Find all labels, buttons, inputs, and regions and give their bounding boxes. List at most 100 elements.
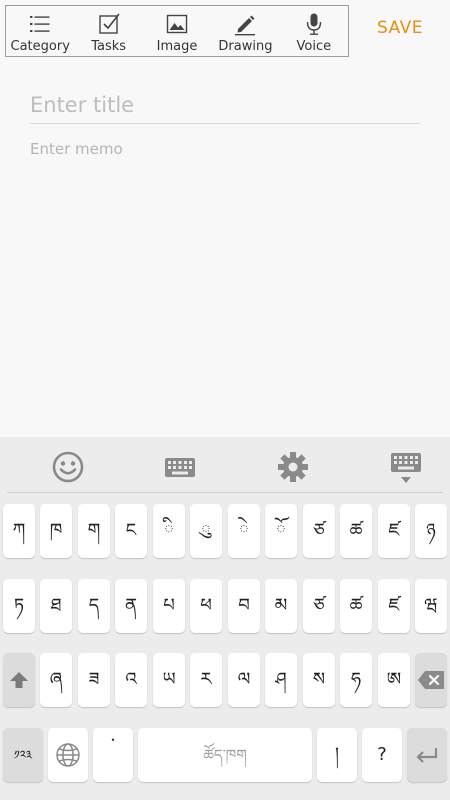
symbols-label: ༡༢༣ — [13, 748, 33, 762]
key[interactable]: ཙ — [303, 579, 335, 633]
key[interactable]: ཟ — [78, 653, 110, 707]
tsheg-key[interactable]: ་ — [93, 728, 133, 782]
key-label: ཛ — [388, 595, 400, 616]
key[interactable]: ཝ — [415, 579, 447, 633]
key-label: ཏ — [13, 595, 25, 616]
keyboard-toolbar — [0, 437, 450, 493]
key-label: ཤ — [275, 669, 287, 690]
voice-button[interactable]: Voice — [280, 6, 348, 56]
key[interactable]: པ — [153, 579, 185, 633]
shift-icon — [10, 672, 28, 688]
memo-input[interactable] — [30, 140, 420, 420]
tasks-button[interactable]: Tasks — [74, 6, 142, 56]
settings-icon[interactable] — [277, 451, 309, 483]
key-label: ཕ — [200, 595, 212, 616]
globe-icon — [56, 743, 80, 767]
key[interactable]: ེ — [228, 504, 260, 558]
key[interactable]: ད — [78, 579, 110, 633]
key[interactable]: ན — [115, 579, 147, 633]
tsheg-label: ་ — [111, 735, 115, 756]
key-label: ི — [164, 520, 174, 541]
key[interactable]: ཀ — [3, 504, 35, 558]
key-label: ཧ — [350, 669, 362, 690]
note-toolbar: Category Tasks Image Drawing Voice — [5, 5, 349, 57]
key-label: ེ — [239, 520, 249, 541]
emoji-icon[interactable] — [52, 451, 84, 483]
shad-key[interactable]: ། — [317, 728, 357, 782]
key-label: ཚ — [349, 595, 363, 616]
key-label: ཞ — [49, 669, 63, 690]
key[interactable]: ཏ — [3, 579, 35, 633]
key[interactable]: ར — [190, 653, 222, 707]
key-label: ལ — [237, 669, 251, 690]
key-label: ར — [200, 669, 212, 690]
key-label: ཀ — [12, 520, 26, 541]
shad-label: ། — [335, 744, 339, 765]
symbols-key[interactable]: ༡༢༣ — [3, 728, 43, 782]
drawing-label: Drawing — [218, 39, 273, 54]
keyboard-divider — [7, 492, 443, 493]
key[interactable]: ཉ — [415, 504, 447, 558]
key[interactable]: མ — [265, 579, 297, 633]
key-label: པ — [163, 595, 175, 616]
key[interactable]: ཁ — [40, 504, 72, 558]
image-icon — [166, 14, 188, 34]
key[interactable]: ཨ — [378, 653, 410, 707]
microphone-icon — [306, 13, 322, 35]
shift-key[interactable] — [3, 653, 35, 707]
space-key[interactable]: ཚོད་ཁག — [138, 728, 312, 782]
key-label: འ — [125, 669, 137, 690]
backspace-icon — [418, 671, 444, 689]
key[interactable]: ཐ — [40, 579, 72, 633]
key-label: མ — [274, 595, 288, 616]
key-label: ཁ — [49, 520, 63, 541]
category-label: Category — [10, 39, 70, 54]
enter-key[interactable] — [407, 728, 447, 782]
key-label: ཙ — [313, 520, 325, 541]
key-label: ཚ — [349, 520, 363, 541]
key[interactable]: བ — [228, 579, 260, 633]
key[interactable]: ཧ — [340, 653, 372, 707]
key[interactable]: འ — [115, 653, 147, 707]
key[interactable]: ུ — [190, 504, 222, 558]
key-label: བ — [238, 595, 250, 616]
backspace-key[interactable] — [415, 653, 447, 707]
space-label: ཚོད་ཁག — [203, 745, 247, 764]
key[interactable]: ཤ — [265, 653, 297, 707]
key-label: ོ — [276, 520, 286, 541]
tasks-label: Tasks — [91, 39, 127, 54]
image-label: Image — [156, 39, 198, 54]
key[interactable]: ལ — [228, 653, 260, 707]
key[interactable]: ང — [115, 504, 147, 558]
save-button[interactable]: SAVE — [370, 18, 430, 38]
key[interactable]: ས — [303, 653, 335, 707]
key-label: ཡ — [162, 669, 176, 690]
key-label: ཛ — [388, 520, 400, 541]
key[interactable]: ཡ — [153, 653, 185, 707]
keyboard-icon[interactable] — [164, 451, 196, 483]
key[interactable]: ཚ — [340, 579, 372, 633]
title-input[interactable] — [30, 86, 420, 124]
key[interactable]: ཛ — [378, 579, 410, 633]
key[interactable]: ཙ — [303, 504, 335, 558]
key-label: ཐ — [50, 595, 62, 616]
image-button[interactable]: Image — [143, 6, 211, 56]
key[interactable]: ཚ — [340, 504, 372, 558]
key[interactable]: ོ — [265, 504, 297, 558]
key[interactable]: ཞ — [40, 653, 72, 707]
hide-keyboard-icon[interactable] — [390, 449, 422, 487]
key[interactable]: ི — [153, 504, 185, 558]
key-label: ཨ — [386, 669, 402, 690]
question-key[interactable]: ? — [362, 728, 402, 782]
language-key[interactable] — [48, 728, 88, 782]
pencil-icon — [235, 15, 256, 36]
key-label: ཟ — [88, 669, 100, 690]
key[interactable]: ག — [78, 504, 110, 558]
key-label: ད — [88, 595, 100, 616]
tibetan-keyboard: ཀ ཁ ག ང ི ུ ེ ོ ཙ ཚ ཛ ཉ ཏ ཐ ད ན པ ཕ བ མ … — [0, 437, 450, 800]
category-button[interactable]: Category — [6, 6, 74, 56]
key[interactable]: ཕ — [190, 579, 222, 633]
drawing-button[interactable]: Drawing — [211, 6, 279, 56]
key-label: ན — [124, 595, 137, 616]
key[interactable]: ཛ — [378, 504, 410, 558]
